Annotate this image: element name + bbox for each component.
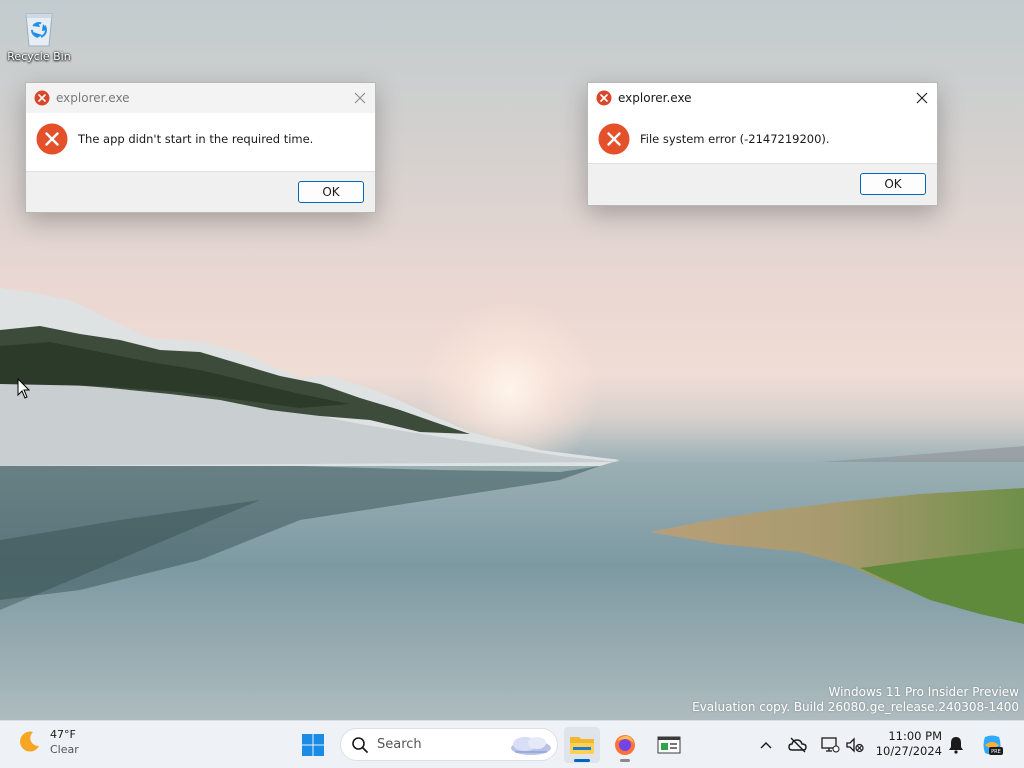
dialog-titlebar[interactable]: explorer.exe	[588, 83, 937, 113]
ok-button[interactable]: OK	[860, 173, 926, 195]
dialog-message: File system error (-2147219200).	[640, 132, 830, 146]
close-button[interactable]	[907, 83, 937, 113]
weather-temperature: 47°F	[50, 728, 76, 741]
weather-widget[interactable]: 47°F Clear	[16, 727, 79, 757]
chevron-up-icon	[760, 742, 772, 749]
onedrive-status[interactable]	[788, 735, 808, 755]
firefox-icon	[615, 735, 635, 755]
dialog-titlebar[interactable]: explorer.exe	[26, 83, 375, 113]
error-icon	[598, 123, 630, 155]
running-indicator	[620, 759, 630, 762]
desktop: Recycle Bin explorer.exe The app didn't …	[0, 0, 1024, 720]
watermark-build: Evaluation copy. Build 26080.ge_release.…	[692, 700, 1019, 714]
clock-date: 10/27/2024	[875, 744, 942, 758]
dialog-content: File system error (-2147219200).	[588, 113, 937, 165]
start-button[interactable]	[296, 729, 330, 761]
active-indicator	[574, 759, 590, 762]
error-dialog-file-system: explorer.exe File system error (-2147219…	[587, 82, 938, 206]
notifications-button[interactable]	[946, 735, 966, 755]
copilot-button[interactable]: PRE	[980, 733, 1004, 757]
taskbar-firefox[interactable]	[607, 727, 643, 763]
bell-icon	[949, 737, 963, 754]
build-watermark: Windows 11 Pro Insider Preview Evaluatio…	[692, 685, 1019, 715]
show-hidden-icons-button[interactable]	[756, 735, 776, 755]
taskbar-search[interactable]: Search	[340, 728, 558, 761]
dialog-footer: OK	[588, 163, 937, 205]
weather-condition: Clear	[50, 743, 79, 756]
search-highlight-icon	[511, 737, 551, 755]
windows-logo-icon	[302, 734, 324, 756]
network-icon	[821, 737, 840, 753]
taskbar-clock[interactable]: 11:00 PM 10/27/2024	[874, 729, 942, 759]
clock-time: 11:00 PM	[888, 729, 942, 743]
recycle-bin[interactable]: Recycle Bin	[4, 8, 74, 63]
task-manager-icon	[657, 736, 681, 754]
close-icon	[354, 92, 366, 104]
recycle-bin-label: Recycle Bin	[7, 50, 71, 63]
close-icon	[916, 92, 928, 104]
taskbar-file-explorer[interactable]	[564, 727, 600, 763]
error-icon	[34, 90, 50, 106]
search-placeholder: Search	[377, 737, 422, 752]
network-status[interactable]	[820, 735, 840, 755]
recycle-bin-icon	[21, 8, 57, 48]
dialog-title: explorer.exe	[56, 91, 130, 105]
error-icon	[596, 90, 612, 106]
watermark-edition: Windows 11 Pro Insider Preview	[828, 685, 1019, 699]
dialog-content: The app didn't start in the required tim…	[26, 113, 375, 165]
copilot-pre-icon: PRE	[983, 735, 1003, 755]
close-button[interactable]	[345, 83, 375, 113]
moon-icon	[20, 731, 39, 752]
dialog-message: The app didn't start in the required tim…	[78, 132, 314, 146]
dialog-title: explorer.exe	[618, 91, 692, 105]
search-icon	[352, 736, 368, 753]
dialog-footer: OK	[26, 171, 375, 212]
taskbar: 47°F Clear Search 11:00 PM 10/27/2024 PR…	[0, 720, 1024, 768]
onedrive-offline-icon	[788, 737, 807, 753]
copilot-badge: PRE	[991, 749, 1001, 755]
error-dialog-timeout: explorer.exe The app didn't start in the…	[25, 82, 376, 213]
taskbar-task-manager[interactable]	[651, 727, 687, 763]
volume-muted-icon	[846, 737, 864, 753]
volume-status[interactable]	[845, 735, 865, 755]
error-icon	[36, 123, 68, 155]
ok-button[interactable]: OK	[298, 181, 364, 203]
mouse-pointer-icon	[17, 378, 31, 399]
file-explorer-icon	[570, 737, 594, 754]
